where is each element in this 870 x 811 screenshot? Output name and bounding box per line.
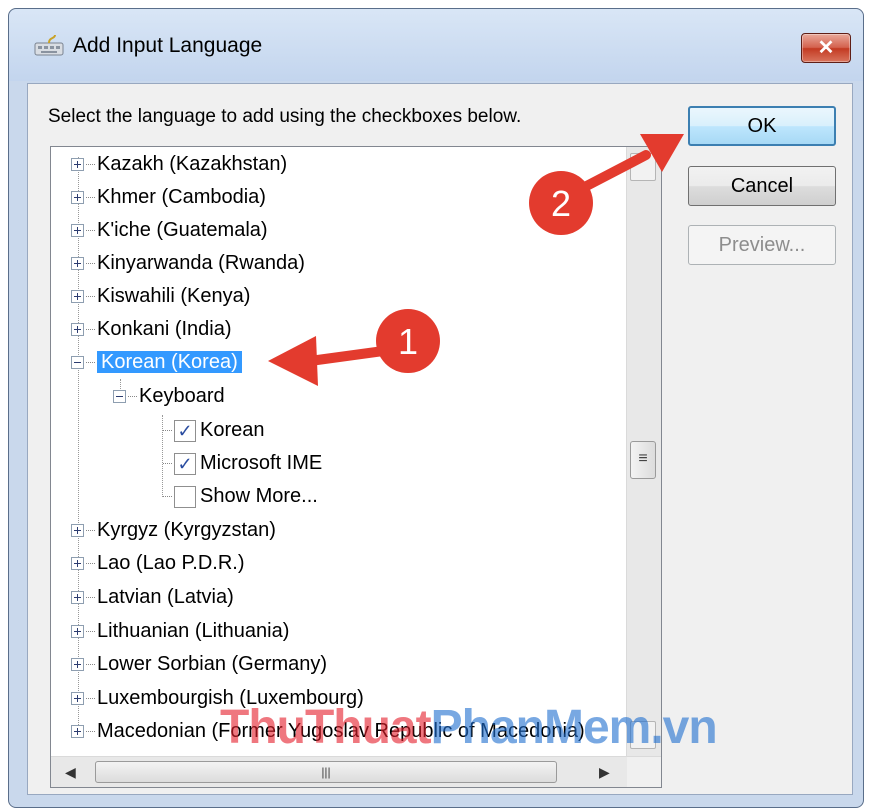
tree-item[interactable]: Lithuanian (Lithuania) bbox=[71, 616, 289, 646]
expand-icon[interactable] bbox=[71, 290, 84, 304]
keyboard-option[interactable]: ✓ Korean bbox=[163, 415, 265, 445]
tree-item[interactable]: Latvian (Latvia) bbox=[71, 582, 234, 612]
scroll-right-icon[interactable]: ▶ bbox=[599, 764, 610, 781]
tree-item[interactable]: Kyrgyz (Kyrgyzstan) bbox=[71, 515, 276, 545]
add-input-language-dialog: Add Input Language ✕ Select the language… bbox=[8, 8, 864, 808]
scroll-up-button[interactable] bbox=[630, 153, 656, 181]
language-tree[interactable]: Kazakh (Kazakhstan) Khmer (Cambodia) K'i… bbox=[50, 146, 662, 788]
close-button[interactable]: ✕ bbox=[801, 33, 851, 63]
expand-icon[interactable] bbox=[71, 725, 84, 739]
expand-icon[interactable] bbox=[71, 524, 84, 538]
ok-button[interactable]: OK bbox=[688, 106, 836, 146]
title-bar: Add Input Language ✕ bbox=[9, 9, 863, 81]
expand-icon[interactable] bbox=[71, 257, 84, 271]
expand-icon[interactable] bbox=[71, 158, 84, 172]
dialog-body: Select the language to add using the che… bbox=[27, 83, 853, 795]
tree-item[interactable]: Konkani (India) bbox=[71, 314, 232, 344]
instruction-text: Select the language to add using the che… bbox=[48, 106, 522, 127]
horizontal-scroll-thumb[interactable]: ||| bbox=[95, 761, 557, 783]
window-title: Add Input Language bbox=[73, 34, 263, 57]
collapse-icon[interactable] bbox=[71, 356, 84, 370]
expand-icon[interactable] bbox=[71, 224, 84, 238]
tree-item[interactable]: Lao (Lao P.D.R.) bbox=[71, 548, 245, 578]
expand-icon[interactable] bbox=[71, 625, 84, 639]
checkbox-checked[interactable]: ✓ bbox=[174, 452, 196, 475]
expand-icon[interactable] bbox=[71, 323, 84, 337]
resize-grip-icon bbox=[627, 757, 661, 787]
expand-icon[interactable] bbox=[71, 692, 84, 706]
tree-item[interactable]: K'iche (Guatemala) bbox=[71, 215, 268, 245]
tree-item[interactable]: Kazakh (Kazakhstan) bbox=[71, 149, 287, 179]
keyboard-icon bbox=[34, 34, 64, 56]
checkbox-unchecked[interactable] bbox=[174, 485, 196, 508]
tree-item[interactable]: Kinyarwanda (Rwanda) bbox=[71, 248, 305, 278]
horizontal-scrollbar[interactable]: ◀ ||| ▶ bbox=[51, 756, 661, 787]
keyboard-option[interactable]: ✓ Microsoft IME bbox=[163, 448, 322, 478]
expand-icon[interactable] bbox=[71, 557, 84, 571]
tree-item[interactable]: Khmer (Cambodia) bbox=[71, 182, 266, 212]
selected-label: Korean (Korea) bbox=[97, 351, 242, 373]
preview-button[interactable]: Preview... bbox=[688, 225, 836, 265]
tree-item-keyboard[interactable]: Keyboard bbox=[113, 381, 225, 411]
keyboard-option[interactable]: Show More... bbox=[163, 481, 318, 511]
watermark: ThuThuatPhanMem.vn bbox=[220, 701, 718, 754]
vertical-scroll-thumb[interactable]: ≡ bbox=[630, 441, 656, 479]
expand-icon[interactable] bbox=[71, 591, 84, 605]
tree-item[interactable]: Lower Sorbian (Germany) bbox=[71, 649, 327, 679]
checkbox-checked[interactable]: ✓ bbox=[174, 419, 196, 442]
cancel-button[interactable]: Cancel bbox=[688, 166, 836, 206]
tree-item[interactable]: Kiswahili (Kenya) bbox=[71, 281, 250, 311]
vertical-scrollbar[interactable]: ≡ bbox=[626, 147, 661, 757]
tree-item-korean-selected[interactable]: Korean (Korea) bbox=[71, 347, 242, 377]
expand-icon[interactable] bbox=[71, 191, 84, 205]
collapse-icon[interactable] bbox=[113, 390, 126, 404]
expand-icon[interactable] bbox=[71, 658, 84, 672]
scroll-left-icon[interactable]: ◀ bbox=[65, 764, 76, 781]
